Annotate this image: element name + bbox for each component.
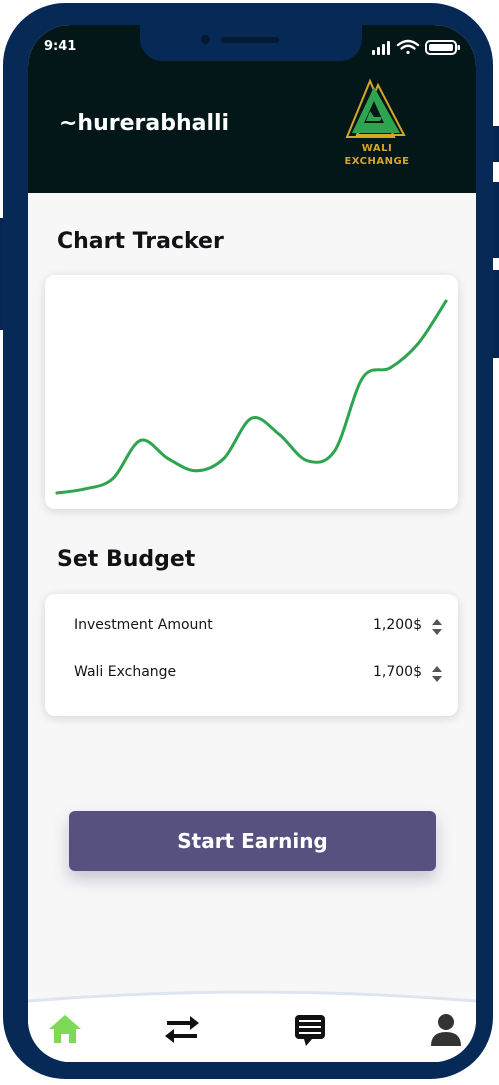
- side-button-right-2: [492, 182, 499, 258]
- logo-text-line2: EXCHANGE: [344, 156, 410, 167]
- budget-value: 1,200$: [373, 617, 422, 633]
- status-icons: [372, 39, 460, 55]
- budget-row-investment: Investment Amount 1,200$: [74, 617, 444, 641]
- chart-point: [55, 491, 59, 495]
- chart-point: [138, 438, 142, 442]
- chart-point: [416, 342, 420, 345]
- chart-point: [444, 299, 448, 303]
- nav-transfer[interactable]: [162, 1009, 202, 1049]
- chart-point: [166, 457, 170, 461]
- profile-icon: [431, 1014, 461, 1046]
- chart-point: [333, 449, 337, 453]
- transfer-icon: [165, 1016, 199, 1043]
- budget-label: Investment Amount: [74, 617, 213, 633]
- chart-point: [305, 459, 309, 463]
- budget-value: 1,700$: [373, 664, 422, 680]
- bottom-nav: [28, 987, 476, 1062]
- chart-card: [45, 275, 458, 509]
- budget-card: Investment Amount 1,200$ Wali Exchange 1…: [45, 594, 458, 716]
- app-screen: 9:41 ~hurerabhalli WALI EXCHANGE Chart T…: [28, 25, 476, 1062]
- side-button-right-1: [492, 126, 499, 162]
- chart-point: [361, 376, 365, 380]
- phone-frame: 9:41 ~hurerabhalli WALI EXCHANGE Chart T…: [0, 0, 499, 1085]
- speaker-bar: [221, 37, 279, 43]
- chat-icon: [295, 1015, 325, 1046]
- home-icon: [49, 1015, 81, 1043]
- nav-home[interactable]: [45, 1009, 85, 1049]
- nav-background: [28, 990, 476, 1062]
- phone-notch: [140, 25, 362, 61]
- chart-point: [250, 416, 253, 420]
- chart-point: [388, 366, 392, 370]
- battery-icon: [425, 40, 460, 55]
- chart-tracker-title: Chart Tracker: [57, 229, 224, 254]
- chart-point: [277, 432, 281, 436]
- status-time: 9:41: [44, 39, 77, 54]
- set-budget-title: Set Budget: [57, 547, 196, 572]
- camera-dot: [201, 35, 210, 44]
- chart-point: [194, 469, 198, 473]
- nav-profile[interactable]: [426, 1009, 466, 1049]
- logo-text-line1: WALI: [361, 143, 393, 154]
- stepper-arrows-icon[interactable]: [430, 618, 444, 636]
- logo-triangle-icon: [345, 78, 406, 138]
- phone-body: 9:41 ~hurerabhalli WALI EXCHANGE Chart T…: [3, 3, 493, 1079]
- budget-row-wali: Wali Exchange 1,700$: [74, 664, 444, 688]
- signal-icon: [372, 41, 390, 55]
- chart-point: [83, 487, 87, 491]
- chart-point: [111, 477, 115, 481]
- stepper-arrows-icon[interactable]: [430, 665, 444, 683]
- budget-label: Wali Exchange: [74, 664, 177, 680]
- chart-series-line: [55, 299, 448, 495]
- chart-point: [222, 457, 226, 461]
- side-button-right-3: [492, 270, 499, 358]
- wali-exchange-logo: WALI EXCHANGE: [342, 77, 412, 172]
- line-chart: [55, 299, 448, 495]
- nav-chat[interactable]: [290, 1009, 330, 1049]
- username: ~hurerabhalli: [59, 111, 230, 136]
- wifi-icon: [396, 39, 420, 55]
- start-earning-button[interactable]: Start Earning: [69, 811, 436, 871]
